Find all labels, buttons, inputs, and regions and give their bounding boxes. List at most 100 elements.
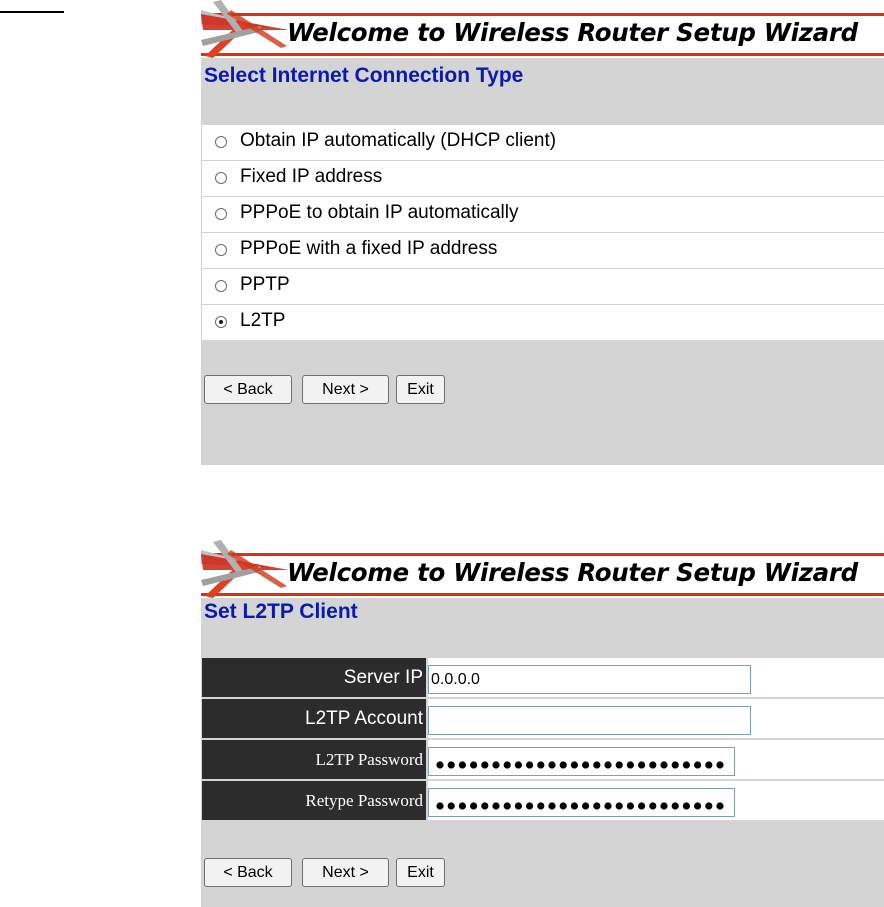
password-dot (716, 761, 724, 769)
wizard-logo-icon (201, 0, 289, 58)
option-pppoe-auto[interactable]: PPPoE to obtain IP automatically (202, 197, 884, 232)
password-dot (481, 761, 489, 769)
password-dot (548, 802, 556, 810)
password-dot (638, 802, 646, 810)
password-dot (492, 761, 500, 769)
password-dot (481, 802, 489, 810)
password-dot (559, 761, 567, 769)
password-dot (582, 761, 590, 769)
password-dot (660, 802, 668, 810)
password-dot (514, 802, 522, 810)
wizard-banner: Welcome to Wireless Router Setup Wizard (201, 540, 884, 598)
back-button[interactable]: < Back (204, 858, 292, 887)
password-dot (615, 761, 623, 769)
field-label: L2TP Account (202, 699, 426, 738)
password-dot (503, 761, 511, 769)
password-dot (436, 761, 444, 769)
wizard-logo-icon (201, 540, 289, 598)
banner-rule-top (201, 13, 884, 16)
top-rule (0, 11, 64, 13)
radio-pppoe-fixed[interactable] (215, 244, 227, 256)
option-label: PPPoE with a fixed IP address (240, 238, 498, 259)
password-dot (503, 802, 511, 810)
field-label: Retype Password (202, 781, 426, 820)
l2tp-account-input[interactable] (428, 706, 751, 735)
password-dot (660, 761, 668, 769)
form-row-retype-password: Retype Password (202, 781, 884, 820)
exit-button[interactable]: Exit (396, 375, 445, 404)
field-cell (428, 781, 884, 820)
banner-rule-bottom (201, 593, 884, 596)
option-pptp[interactable]: PPTP (202, 269, 884, 304)
option-label: Obtain IP automatically (DHCP client) (240, 130, 557, 151)
option-dhcp[interactable]: Obtain IP automatically (DHCP client) (202, 125, 884, 160)
password-dot (458, 802, 466, 810)
field-label: L2TP Password (202, 740, 426, 779)
password-dot (492, 802, 500, 810)
password-dot (526, 802, 534, 810)
form-row-password: L2TP Password (202, 740, 884, 779)
password-dot (705, 761, 713, 769)
password-dot (526, 761, 534, 769)
option-label: L2TP (240, 310, 286, 331)
password-dot (593, 802, 601, 810)
password-dot (470, 802, 478, 810)
password-dot (649, 761, 657, 769)
password-dot (593, 761, 601, 769)
password-dot (682, 802, 690, 810)
password-dot (447, 761, 455, 769)
retype-password-input[interactable] (428, 788, 735, 817)
password-dot (716, 802, 724, 810)
option-pppoe-fixed[interactable]: PPPoE with a fixed IP address (202, 233, 884, 268)
password-dot (694, 802, 702, 810)
password-dot (537, 802, 545, 810)
radio-dhcp[interactable] (215, 136, 227, 148)
password-dot (436, 802, 444, 810)
next-button[interactable]: Next > (302, 375, 389, 404)
page-title: Set L2TP Client (204, 600, 358, 623)
radio-l2tp[interactable] (215, 316, 227, 328)
password-dot (458, 761, 466, 769)
password-dot (570, 802, 578, 810)
field-label: Server IP (202, 658, 426, 697)
password-dot (559, 802, 567, 810)
password-dot (649, 802, 657, 810)
password-dot (671, 802, 679, 810)
connection-type-list: Obtain IP automatically (DHCP client) Fi… (202, 125, 884, 341)
field-cell (428, 740, 884, 779)
password-dot (604, 761, 612, 769)
option-l2tp[interactable]: L2TP (202, 305, 884, 340)
banner-title: Welcome to Wireless Router Setup Wizard (287, 18, 858, 47)
password-dot (638, 761, 646, 769)
wizard-connection-type: Welcome to Wireless Router Setup Wizard … (201, 0, 884, 465)
password-dot (694, 761, 702, 769)
password-dot (514, 761, 522, 769)
password-dot (615, 802, 623, 810)
radio-fixed-ip[interactable] (215, 172, 227, 184)
exit-button[interactable]: Exit (396, 858, 445, 887)
password-dot (582, 802, 590, 810)
back-button[interactable]: < Back (204, 375, 292, 404)
next-button[interactable]: Next > (302, 858, 389, 887)
field-cell (428, 699, 884, 738)
banner-title: Welcome to Wireless Router Setup Wizard (287, 558, 858, 587)
password-dot (705, 802, 713, 810)
server-ip-input[interactable]: 0.0.0.0 (428, 665, 751, 694)
form-row-account: L2TP Account (202, 699, 884, 738)
option-label: PPPoE to obtain IP automatically (240, 202, 519, 223)
password-dot (626, 761, 634, 769)
form-row-server-ip: Server IP 0.0.0.0 (202, 658, 884, 697)
page-title: Select Internet Connection Type (204, 64, 524, 87)
l2tp-password-input[interactable] (428, 747, 735, 776)
field-cell: 0.0.0.0 (428, 658, 884, 697)
password-mask (436, 761, 724, 769)
option-fixed-ip[interactable]: Fixed IP address (202, 161, 884, 196)
banner-rule-top (201, 553, 884, 556)
radio-pppoe-auto[interactable] (215, 208, 227, 220)
password-dot (626, 802, 634, 810)
password-dot (604, 802, 612, 810)
l2tp-form: Server IP 0.0.0.0 L2TP Account L2TP Pass… (202, 658, 884, 822)
banner-rule-bottom (201, 53, 884, 56)
radio-pptp[interactable] (215, 280, 227, 292)
password-dot (548, 761, 556, 769)
